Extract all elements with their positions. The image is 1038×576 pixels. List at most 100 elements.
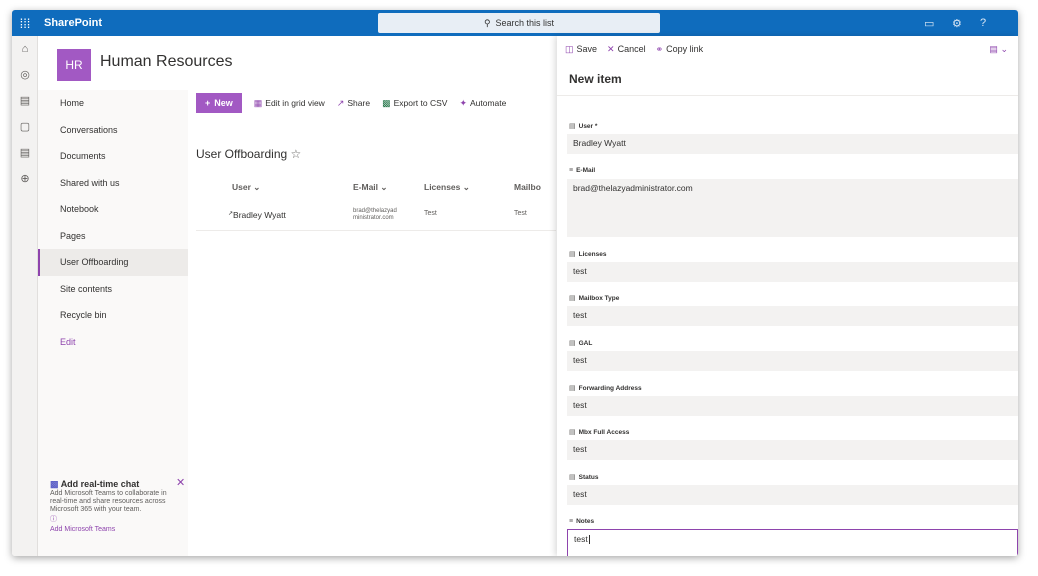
site-logo[interactable]: HR — [57, 49, 91, 81]
divider — [557, 95, 1018, 96]
field-label-mailbox-type-text: Mailbox Type — [578, 294, 620, 302]
cell-user-text: Bradley Wyatt — [233, 210, 286, 220]
save-button[interactable]: ◫ Save — [565, 44, 597, 55]
chat-promo-title-text: Add real-time chat — [60, 479, 140, 489]
nav-item-documents[interactable]: Documents — [38, 143, 188, 170]
automate-label: Automate — [469, 98, 507, 108]
add-icon[interactable]: ⊕ — [12, 166, 38, 192]
search-icon: ⚲ — [483, 17, 491, 28]
list-icon[interactable]: ▤ — [12, 140, 38, 166]
nav-item-conversations[interactable]: Conversations — [38, 117, 188, 144]
teams-chat-promo: ▩ Add real-time chat Add Microsoft Teams… — [50, 480, 182, 534]
nav-item-site-contents[interactable]: Site contents — [38, 276, 188, 303]
field-label-gal-text: GAL — [578, 339, 593, 347]
nav-item-recycle-bin[interactable]: Recycle bin — [38, 302, 188, 329]
app-launcher-icon[interactable]: ⁞⁞⁞ — [12, 10, 38, 36]
edit-grid-button[interactable]: ▦ Edit in grid view — [254, 98, 325, 109]
excel-icon: ▩ — [382, 97, 391, 108]
copy-link-button[interactable]: ⚭ Copy link — [656, 44, 704, 55]
share-button[interactable]: ↗ Share — [337, 98, 370, 109]
file-icon[interactable]: ▢ — [12, 114, 38, 140]
search-box[interactable]: ⚲ Search this list — [378, 13, 660, 33]
chat-promo-title: ▩ Add real-time chat — [50, 479, 182, 489]
chat-icon[interactable]: ▭ — [924, 10, 934, 36]
suite-bar: ⁞⁞⁞ SharePoint ⚲ Search this list ▭ ⚙ ? — [12, 10, 1018, 36]
command-bar: + New ▦ Edit in grid view ↗ Share ▩ Export t… — [196, 92, 506, 114]
automate-button[interactable]: ✦ Automate — [459, 98, 506, 109]
chevron-down-icon: ⌄ — [1000, 44, 1008, 54]
column-header-licenses-label: Licenses — [424, 182, 461, 192]
copy-link-label: Copy link — [666, 44, 704, 54]
new-button-label: New — [214, 98, 233, 108]
app-name[interactable]: SharePoint — [44, 17, 102, 29]
field-label-licenses: ▤ Licenses — [569, 250, 607, 259]
app-rail: ⌂ ◎ ▤ ▢ ▤ ⊕ — [12, 36, 38, 556]
field-label-email: ≡ E-Mail — [569, 167, 595, 174]
cell-licenses: Test — [424, 210, 437, 217]
cell-user[interactable]: ↗Bradley Wyatt — [228, 210, 286, 220]
export-label: Export to CSV — [393, 98, 448, 108]
save-icon: ◫ — [565, 44, 574, 54]
text-field-icon: ▤ — [569, 123, 576, 130]
settings-gear-icon[interactable]: ⚙ — [952, 10, 962, 36]
search-placeholder: Search this list — [495, 18, 555, 28]
chat-promo-body: Add Microsoft Teams to collaborate in re… — [50, 490, 167, 513]
nav-item-notebook[interactable]: Notebook — [38, 196, 188, 223]
add-teams-link[interactable]: Add Microsoft Teams — [50, 526, 182, 534]
text-field-icon: ▤ — [569, 251, 576, 258]
status-field[interactable]: test — [567, 485, 1018, 505]
nav-edit-link[interactable]: Edit — [38, 329, 188, 356]
text-field-icon: ▤ — [569, 429, 576, 436]
site-title[interactable]: Human Resources — [100, 53, 233, 71]
grid-icon: ▦ — [253, 97, 263, 108]
column-header-email-label: E-Mail — [353, 182, 379, 192]
home-icon[interactable]: ⌂ — [12, 36, 38, 62]
share-icon: ↗ — [336, 97, 345, 108]
share-label: Share — [347, 98, 371, 108]
automate-icon: ✦ — [459, 97, 467, 108]
notes-field-text: test — [574, 534, 588, 544]
export-csv-button[interactable]: ▩ Export to CSV — [382, 98, 447, 109]
field-label-forwarding: ▤ Forwarding Address — [569, 384, 642, 393]
column-header-licenses[interactable]: Licenses ⌄ — [424, 182, 470, 193]
text-field-icon: ▤ — [569, 474, 576, 481]
cancel-label: Cancel — [617, 44, 646, 54]
forwarding-address-field[interactable]: test — [567, 396, 1018, 416]
column-header-user-label: User — [232, 182, 251, 192]
favorite-star-icon[interactable]: ☆ — [291, 147, 302, 161]
chevron-down-icon: ⌄ — [462, 182, 470, 192]
field-label-mailbox-type: ▤ Mailbox Type — [569, 294, 620, 303]
email-field[interactable]: brad@thelazyadministrator.com — [567, 179, 1018, 237]
gal-field[interactable]: test — [567, 351, 1018, 371]
field-label-status: ▤ Status — [569, 473, 599, 482]
field-label-mbx-full-access: ▤ Mbx Full Access — [569, 428, 629, 437]
edit-form-icon: ▤ — [989, 44, 998, 54]
nav-item-pages[interactable]: Pages — [38, 223, 188, 250]
licenses-field[interactable]: test — [567, 262, 1018, 282]
user-field[interactable]: Bradley Wyatt — [567, 134, 1018, 154]
help-icon[interactable]: ? — [980, 10, 986, 36]
column-header-user[interactable]: User ⌄ — [232, 182, 260, 193]
close-icon: ✕ — [607, 44, 615, 54]
notes-field[interactable]: test — [567, 529, 1018, 556]
nav-item-shared-with-us[interactable]: Shared with us — [38, 170, 188, 197]
cancel-button[interactable]: ✕ Cancel — [607, 44, 646, 55]
chevron-down-icon: ⌄ — [253, 182, 261, 192]
teams-icon: ▩ — [50, 479, 59, 489]
globe-icon[interactable]: ◎ — [12, 62, 38, 88]
cell-mailbox: Test — [514, 210, 527, 217]
nav-item-home[interactable]: Home — [38, 90, 188, 117]
close-icon[interactable]: ✕ — [176, 476, 185, 489]
news-icon[interactable]: ▤ — [12, 88, 38, 114]
column-header-email[interactable]: E-Mail ⌄ — [353, 182, 388, 193]
nav-item-user-offboarding[interactable]: User Offboarding — [38, 249, 188, 276]
field-label-forwarding-text: Forwarding Address — [578, 384, 642, 392]
info-icon: ⓘ — [50, 516, 57, 523]
mbx-full-access-field[interactable]: test — [567, 440, 1018, 460]
field-label-licenses-text: Licenses — [578, 250, 607, 258]
field-label-notes-text: Notes — [576, 518, 595, 525]
mailbox-type-field[interactable]: test — [567, 306, 1018, 326]
column-header-mailbox[interactable]: Mailbo — [514, 182, 541, 192]
panel-options[interactable]: ▤ ⌄ — [989, 44, 1008, 55]
new-button[interactable]: + New — [196, 93, 242, 113]
